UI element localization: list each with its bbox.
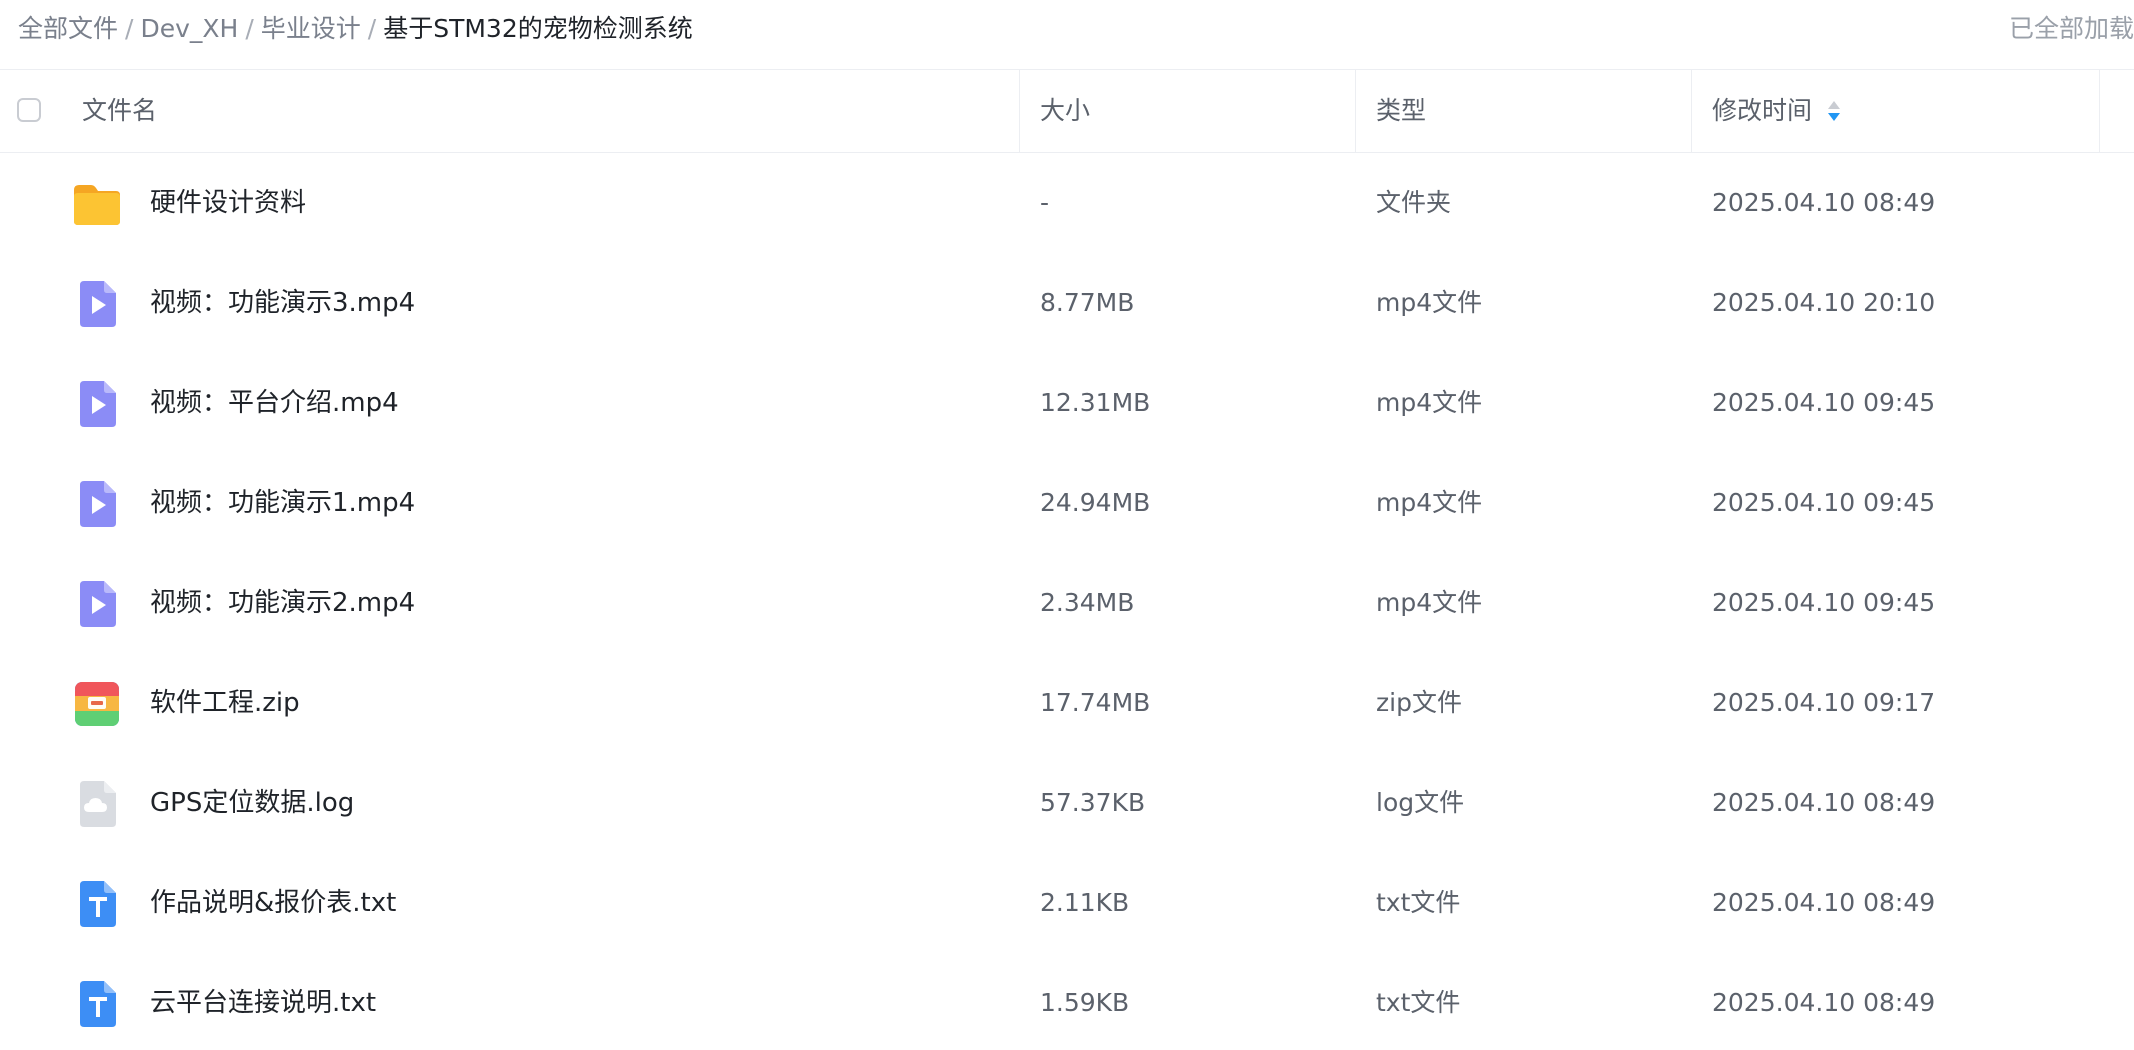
file-size: 1.59KB bbox=[1040, 988, 1130, 1017]
folder-icon bbox=[74, 185, 120, 225]
file-type: log文件 bbox=[1376, 788, 1465, 817]
table-row[interactable]: 作品说明&报价表.txt 2.11KB txt文件 2025.04.10 08:… bbox=[0, 853, 2134, 953]
file-type: mp4文件 bbox=[1376, 488, 1483, 517]
breadcrumb-dev-xh[interactable]: Dev_XH bbox=[140, 14, 238, 43]
file-size: 24.94MB bbox=[1040, 488, 1151, 517]
file-modified-time: 2025.04.10 09:45 bbox=[1712, 588, 1936, 617]
toolbar: 全部文件 / Dev_XH / 毕业设计 / 基于STM32的宠物检测系统 已全部加载 bbox=[0, 0, 2134, 70]
file-size: 57.37KB bbox=[1040, 788, 1146, 817]
file-size: 2.11KB bbox=[1040, 888, 1130, 917]
table-row[interactable]: 视频：功能演示3.mp4 8.77MB mp4文件 2025.04.10 20:… bbox=[0, 253, 2134, 353]
file-modified-time: 2025.04.10 20:10 bbox=[1712, 288, 1936, 317]
file-size: - bbox=[1040, 188, 1050, 217]
table-row[interactable]: 硬件设计资料 - 文件夹 2025.04.10 08:49 bbox=[0, 153, 2134, 253]
video-file-icon bbox=[80, 581, 116, 627]
file-name[interactable]: 视频：功能演示2.mp4 bbox=[150, 553, 415, 653]
video-file-icon bbox=[80, 481, 116, 527]
file-name[interactable]: 云平台连接说明.txt bbox=[150, 953, 376, 1050]
table-row[interactable]: 视频：功能演示2.mp4 2.34MB mp4文件 2025.04.10 09:… bbox=[0, 553, 2134, 653]
table-row[interactable]: 云平台连接说明.txt 1.59KB txt文件 2025.04.10 08:4… bbox=[0, 953, 2134, 1050]
breadcrumb-separator: / bbox=[367, 14, 377, 43]
breadcrumb-separator: / bbox=[245, 14, 254, 43]
select-all-checkbox[interactable] bbox=[17, 98, 41, 122]
breadcrumb-all-files[interactable]: 全部文件 bbox=[18, 14, 118, 43]
breadcrumb-separator: / bbox=[125, 14, 134, 43]
file-modified-time: 2025.04.10 08:49 bbox=[1712, 788, 1936, 817]
file-type: txt文件 bbox=[1376, 888, 1461, 917]
file-name[interactable]: 视频：平台介绍.mp4 bbox=[150, 353, 399, 453]
column-header-modified[interactable]: 修改时间 bbox=[1712, 70, 1812, 152]
file-size: 2.34MB bbox=[1040, 588, 1135, 617]
text-file-icon bbox=[80, 881, 116, 927]
cloud-file-icon bbox=[80, 781, 116, 827]
file-name[interactable]: 硬件设计资料 bbox=[150, 153, 306, 253]
text-file-icon bbox=[80, 981, 116, 1027]
loaded-status: 已全部加载 bbox=[2008, 14, 2134, 43]
table-row[interactable]: 视频：平台介绍.mp4 12.31MB mp4文件 2025.04.10 09:… bbox=[0, 353, 2134, 453]
file-type: mp4文件 bbox=[1376, 288, 1483, 317]
file-size: 8.77MB bbox=[1040, 288, 1135, 317]
file-size: 17.74MB bbox=[1040, 688, 1151, 717]
table-row[interactable]: GPS定位数据.log 57.37KB log文件 2025.04.10 08:… bbox=[0, 753, 2134, 853]
file-list: 硬件设计资料 - 文件夹 2025.04.10 08:49 视频：功能演示3.m… bbox=[0, 153, 2134, 1050]
file-modified-time: 2025.04.10 09:17 bbox=[1712, 688, 1936, 717]
column-header-type[interactable]: 类型 bbox=[1376, 70, 1426, 152]
file-size: 12.31MB bbox=[1040, 388, 1151, 417]
file-name[interactable]: 视频：功能演示3.mp4 bbox=[150, 253, 415, 353]
file-name[interactable]: 作品说明&报价表.txt bbox=[150, 853, 396, 953]
table-row[interactable]: 软件工程.zip 17.74MB zip文件 2025.04.10 09:17 bbox=[0, 653, 2134, 753]
file-type: 文件夹 bbox=[1376, 188, 1452, 217]
breadcrumb-current-folder: 基于STM32的宠物检测系统 bbox=[383, 14, 693, 43]
column-divider[interactable] bbox=[2099, 70, 2100, 152]
file-type: txt文件 bbox=[1376, 988, 1461, 1017]
column-header-size[interactable]: 大小 bbox=[1040, 70, 1090, 152]
file-type: mp4文件 bbox=[1376, 388, 1483, 417]
file-name[interactable]: GPS定位数据.log bbox=[150, 753, 354, 853]
breadcrumb-graduation-design[interactable]: 毕业设计 bbox=[261, 14, 361, 43]
zip-file-icon bbox=[75, 682, 119, 726]
file-name[interactable]: 视频：功能演示1.mp4 bbox=[150, 453, 415, 553]
file-modified-time: 2025.04.10 08:49 bbox=[1712, 988, 1936, 1017]
file-modified-time: 2025.04.10 08:49 bbox=[1712, 888, 1936, 917]
column-header-name[interactable]: 文件名 bbox=[82, 70, 157, 152]
file-browser: 全部文件 / Dev_XH / 毕业设计 / 基于STM32的宠物检测系统 已全部加载 文件… bbox=[0, 0, 2134, 1050]
file-type: mp4文件 bbox=[1376, 588, 1483, 617]
column-divider[interactable] bbox=[1355, 70, 1356, 152]
video-file-icon bbox=[80, 281, 116, 327]
column-divider[interactable] bbox=[1691, 70, 1692, 152]
column-divider[interactable] bbox=[1019, 70, 1020, 152]
file-name[interactable]: 软件工程.zip bbox=[150, 653, 300, 753]
file-modified-time: 2025.04.10 08:49 bbox=[1712, 188, 1936, 217]
file-type: zip文件 bbox=[1376, 688, 1462, 717]
file-modified-time: 2025.04.10 09:45 bbox=[1712, 388, 1936, 417]
table-row[interactable]: 视频：功能演示1.mp4 24.94MB mp4文件 2025.04.10 09… bbox=[0, 453, 2134, 553]
sort-desc-icon[interactable] bbox=[1826, 98, 1842, 124]
table-header: 文件名 大小 类型 修改时间 bbox=[0, 70, 2134, 153]
video-file-icon bbox=[80, 381, 116, 427]
breadcrumb: 全部文件 / Dev_XH / 毕业设计 / 基于STM32的宠物检测系统 bbox=[18, 12, 693, 46]
file-modified-time: 2025.04.10 09:45 bbox=[1712, 488, 1936, 517]
